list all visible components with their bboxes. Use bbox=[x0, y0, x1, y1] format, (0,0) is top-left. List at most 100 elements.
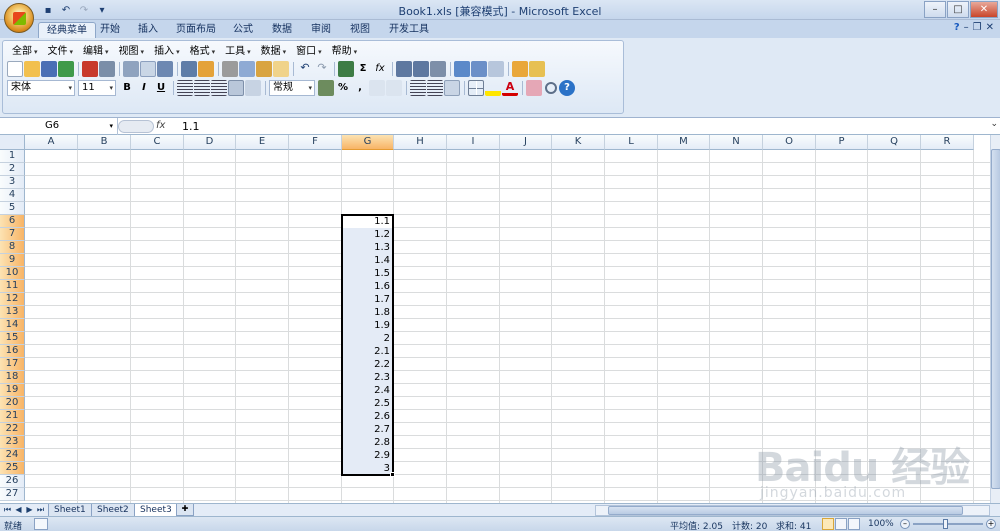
vertical-scroll-thumb[interactable] bbox=[991, 149, 1000, 489]
menu-all[interactable]: 全部 ▾ bbox=[7, 45, 43, 58]
align-center-icon[interactable] bbox=[194, 80, 210, 96]
insert-function-button[interactable]: fx bbox=[156, 118, 172, 135]
new-icon[interactable] bbox=[7, 61, 23, 77]
first-sheet-icon[interactable]: ⏮ bbox=[2, 504, 13, 516]
zoom-out-icon[interactable]: – bbox=[900, 519, 910, 529]
tab-page-layout[interactable]: 页面布局 bbox=[168, 22, 224, 38]
copy-icon[interactable] bbox=[239, 61, 255, 77]
cut-icon[interactable] bbox=[222, 61, 238, 77]
sort-descending-icon[interactable] bbox=[413, 61, 429, 77]
row-header-6[interactable]: 6 bbox=[0, 215, 25, 228]
translate-icon[interactable] bbox=[198, 61, 214, 77]
row-header-23[interactable]: 23 bbox=[0, 436, 25, 449]
merge-center-icon[interactable] bbox=[228, 80, 244, 96]
font-size-select[interactable]: 11 ▾ bbox=[78, 80, 116, 96]
formula-bar-button[interactable] bbox=[118, 120, 154, 133]
column-header-N[interactable]: N bbox=[710, 135, 763, 150]
column-header-Q[interactable]: Q bbox=[868, 135, 921, 150]
increase-decimal-icon[interactable] bbox=[369, 80, 385, 96]
restore-ribbon-icon[interactable]: – bbox=[964, 22, 969, 33]
save-icon[interactable] bbox=[41, 61, 57, 77]
undo-icon[interactable]: ↶ bbox=[297, 61, 313, 77]
tab-developer[interactable]: 开发工具 bbox=[381, 22, 437, 38]
row-header-10[interactable]: 10 bbox=[0, 267, 25, 280]
normal-view-icon[interactable] bbox=[822, 518, 834, 530]
borders-icon[interactable] bbox=[468, 80, 484, 96]
office-button[interactable] bbox=[4, 3, 34, 33]
decrease-indent-icon[interactable] bbox=[410, 80, 426, 96]
row-header-17[interactable]: 17 bbox=[0, 358, 25, 371]
page-break-view-icon[interactable] bbox=[848, 518, 860, 530]
close-workbook-icon[interactable]: ✕ bbox=[986, 22, 994, 33]
drawing-icon[interactable] bbox=[471, 61, 487, 77]
tab-home[interactable]: 开始 bbox=[92, 22, 128, 38]
underline-button[interactable]: U bbox=[153, 80, 169, 96]
column-header-M[interactable]: M bbox=[658, 135, 710, 150]
column-header-E[interactable]: E bbox=[236, 135, 289, 150]
permission-icon[interactable] bbox=[58, 61, 74, 77]
worksheet-grid[interactable]: ABCDEFGHIJKLMNOPQR 1 2 3 4 5 6 7 8 9 10 11 12 13 14 15… bbox=[0, 135, 1000, 503]
pdf-icon[interactable] bbox=[82, 61, 98, 77]
currency-icon[interactable] bbox=[318, 80, 334, 96]
format-painter-icon[interactable] bbox=[273, 61, 289, 77]
align-left-icon[interactable] bbox=[177, 80, 193, 96]
zoom-level[interactable]: 100% bbox=[868, 519, 894, 529]
menu-data[interactable]: 数据 ▾ bbox=[256, 45, 292, 58]
row-header-4[interactable]: 4 bbox=[0, 189, 25, 202]
menu-help[interactable]: 帮助 ▾ bbox=[327, 45, 363, 58]
column-header-K[interactable]: K bbox=[552, 135, 605, 150]
zoom-icon[interactable] bbox=[545, 82, 557, 94]
row-header-3[interactable]: 3 bbox=[0, 176, 25, 189]
row-header-12[interactable]: 12 bbox=[0, 293, 25, 306]
expand-formula-bar-icon[interactable]: ⌄ bbox=[990, 119, 998, 129]
column-header-F[interactable]: F bbox=[289, 135, 342, 150]
row-header-19[interactable]: 19 bbox=[0, 384, 25, 397]
maximize-button[interactable]: □ bbox=[947, 1, 969, 18]
menu-view[interactable]: 视图 ▾ bbox=[114, 45, 150, 58]
close-button[interactable]: ✕ bbox=[970, 1, 998, 18]
column-header-I[interactable]: I bbox=[447, 135, 500, 150]
row-header-9[interactable]: 9 bbox=[0, 254, 25, 267]
menu-edit[interactable]: 编辑 ▾ bbox=[78, 45, 114, 58]
macro-icon[interactable] bbox=[512, 61, 528, 77]
tab-insert[interactable]: 插入 bbox=[130, 22, 166, 38]
formula-input[interactable]: 1.1 bbox=[182, 118, 200, 135]
name-box[interactable]: G6 ▾ bbox=[0, 118, 118, 135]
print-icon[interactable] bbox=[99, 61, 115, 77]
menu-tools[interactable]: 工具 ▾ bbox=[220, 45, 256, 58]
row-header-11[interactable]: 11 bbox=[0, 280, 25, 293]
row-header-22[interactable]: 22 bbox=[0, 423, 25, 436]
row-header-15[interactable]: 15 bbox=[0, 332, 25, 345]
decrease-decimal-icon[interactable] bbox=[386, 80, 402, 96]
autosum-icon[interactable]: Σ bbox=[355, 61, 371, 77]
column-header-R[interactable]: R bbox=[921, 135, 974, 150]
comma-button[interactable]: , bbox=[352, 80, 368, 96]
print-preview-icon[interactable] bbox=[123, 61, 139, 77]
spelling-icon[interactable] bbox=[157, 61, 173, 77]
menu-format[interactable]: 格式 ▾ bbox=[185, 45, 221, 58]
open-icon[interactable] bbox=[24, 61, 40, 77]
row-header-24[interactable]: 24 bbox=[0, 449, 25, 462]
restore-window-icon[interactable]: ❐ bbox=[973, 22, 982, 33]
row-header-1[interactable]: 1 bbox=[0, 150, 25, 163]
page-setup-icon[interactable] bbox=[140, 61, 156, 77]
column-header-J[interactable]: J bbox=[500, 135, 552, 150]
column-header-L[interactable]: L bbox=[605, 135, 658, 150]
cell-styles-icon[interactable] bbox=[444, 80, 460, 96]
row-header-2[interactable]: 2 bbox=[0, 163, 25, 176]
wrap-text-icon[interactable] bbox=[245, 80, 261, 96]
row-header-26[interactable]: 26 bbox=[0, 475, 25, 488]
horizontal-scroll-thumb[interactable] bbox=[608, 506, 963, 515]
tab-data[interactable]: 数据 bbox=[264, 22, 300, 38]
page-layout-view-icon[interactable] bbox=[835, 518, 847, 530]
menu-file[interactable]: 文件 ▾ bbox=[43, 45, 79, 58]
horizontal-scrollbar[interactable] bbox=[595, 505, 990, 516]
table-icon[interactable] bbox=[488, 61, 504, 77]
row-header-21[interactable]: 21 bbox=[0, 410, 25, 423]
row-header-27[interactable]: 27 bbox=[0, 488, 25, 501]
font-name-select[interactable]: 宋体 ▾ bbox=[7, 80, 75, 96]
tab-formulas[interactable]: 公式 bbox=[225, 22, 261, 38]
zoom-slider[interactable] bbox=[913, 523, 983, 525]
help-icon[interactable]: ? bbox=[954, 22, 960, 33]
tab-classic-menu[interactable]: 经典菜单 bbox=[38, 22, 96, 38]
